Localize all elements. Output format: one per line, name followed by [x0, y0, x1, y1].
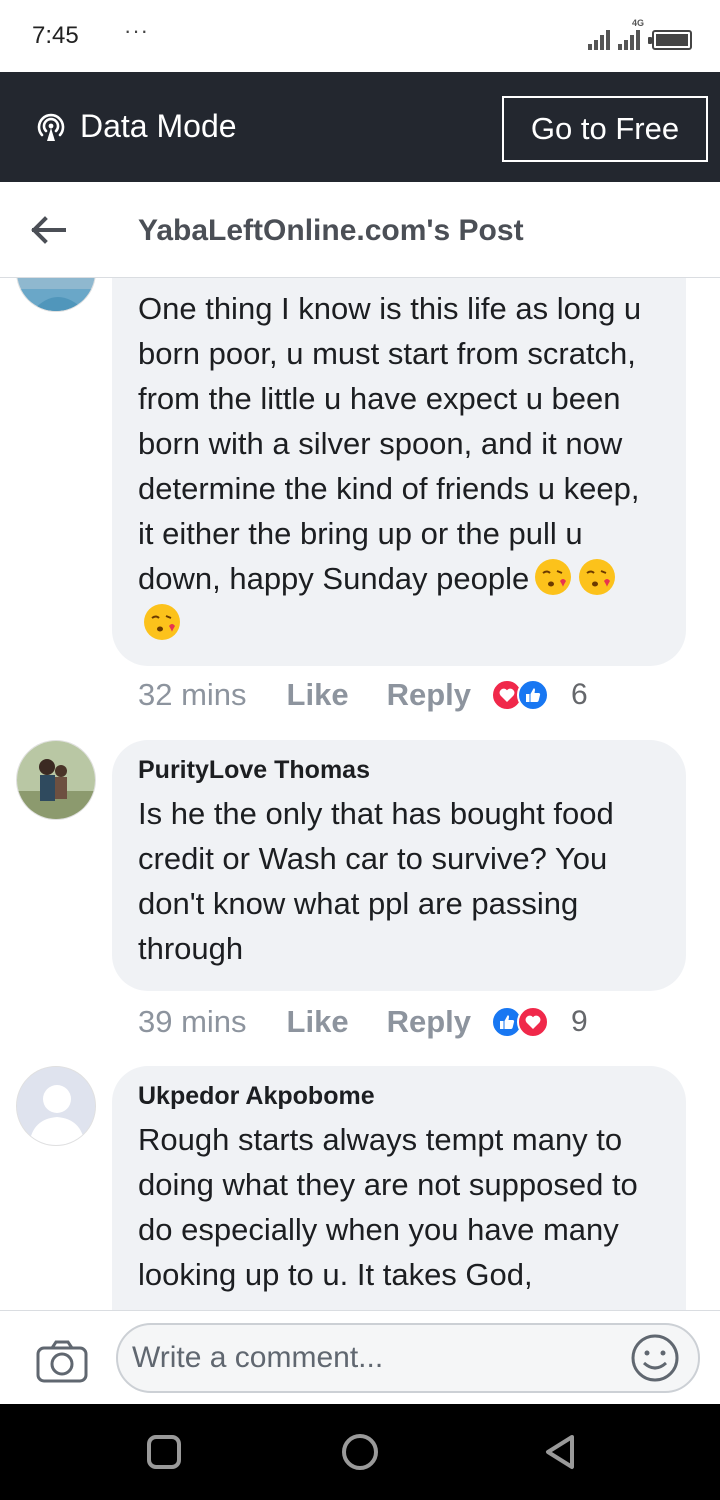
status-bar: 7:45 ··· 4G	[0, 0, 720, 72]
back-arrow-icon[interactable]	[28, 210, 68, 250]
avatar[interactable]	[16, 740, 96, 820]
kiss-emoji-icon	[579, 559, 616, 595]
signal-4g-icon: 4G	[618, 18, 644, 50]
status-icons: 4G	[588, 18, 692, 50]
data-mode-label: Data Mode	[80, 108, 237, 144]
reply-button[interactable]: Reply	[387, 677, 471, 713]
comment-author[interactable]: PurityLove Thomas	[138, 756, 660, 785]
reply-button[interactable]: Reply	[387, 1004, 471, 1040]
nav-home-icon[interactable]	[340, 1432, 380, 1472]
avatar[interactable]	[16, 278, 96, 312]
post-title: YabaLeftOnline.com's Post	[138, 214, 524, 247]
network-type-label: 4G	[632, 18, 645, 28]
comment-bubble[interactable]: Ukpedor Akpobome Rough starts always tem…	[112, 1066, 686, 1310]
comment-text: One thing I know is this life as long u …	[138, 286, 660, 646]
comment-composer	[0, 1310, 720, 1404]
like-reaction-icon	[517, 679, 549, 711]
comment-bubble[interactable]: One thing I know is this life as long u …	[112, 278, 686, 666]
comment-timestamp[interactable]: 32 mins	[138, 677, 247, 713]
data-mode-indicator[interactable]: Data Mode	[34, 108, 237, 145]
comment-author[interactable]: Ukpedor Akpobome	[138, 1082, 660, 1111]
status-more-dots: ···	[124, 18, 149, 43]
battery-icon	[648, 30, 692, 50]
reaction-count: 6	[571, 678, 588, 711]
reaction-count: 9	[571, 1005, 588, 1038]
nav-back-icon[interactable]	[540, 1432, 580, 1472]
go-to-free-button[interactable]: Go to Free	[502, 96, 708, 162]
like-button[interactable]: Like	[287, 677, 349, 713]
data-mode-icon	[37, 113, 65, 141]
system-nav-bar	[0, 1404, 720, 1500]
comments-feed[interactable]: One thing I know is this life as long u …	[0, 278, 720, 1310]
status-time: 7:45	[32, 22, 79, 49]
comment-input[interactable]	[116, 1323, 700, 1393]
signal-icon	[588, 28, 610, 50]
post-header: YabaLeftOnline.com's Post	[0, 182, 720, 278]
reaction-summary[interactable]	[491, 1006, 549, 1038]
kiss-emoji-icon	[535, 559, 572, 595]
avatar[interactable]	[16, 1066, 96, 1146]
camera-icon[interactable]	[36, 1339, 88, 1383]
kiss-emoji-icon	[144, 604, 180, 640]
comment-timestamp[interactable]: 39 mins	[138, 1004, 247, 1040]
comment-text: Is he the only that has bought food cred…	[138, 796, 614, 966]
smiley-icon[interactable]	[630, 1333, 680, 1383]
data-mode-bar: Data Mode Go to Free	[0, 72, 720, 182]
comment-text: Rough starts always tempt many to doing …	[138, 1122, 638, 1292]
nav-recents-icon[interactable]	[144, 1432, 184, 1472]
comment-actions: 39 mins Like Reply 9	[138, 1002, 588, 1042]
like-button[interactable]: Like	[287, 1004, 349, 1040]
reaction-summary[interactable]	[491, 679, 549, 711]
comment-actions: 32 mins Like Reply 6	[138, 675, 588, 715]
love-reaction-icon	[517, 1006, 549, 1038]
comment-bubble[interactable]: PurityLove Thomas Is he the only that ha…	[112, 740, 686, 991]
